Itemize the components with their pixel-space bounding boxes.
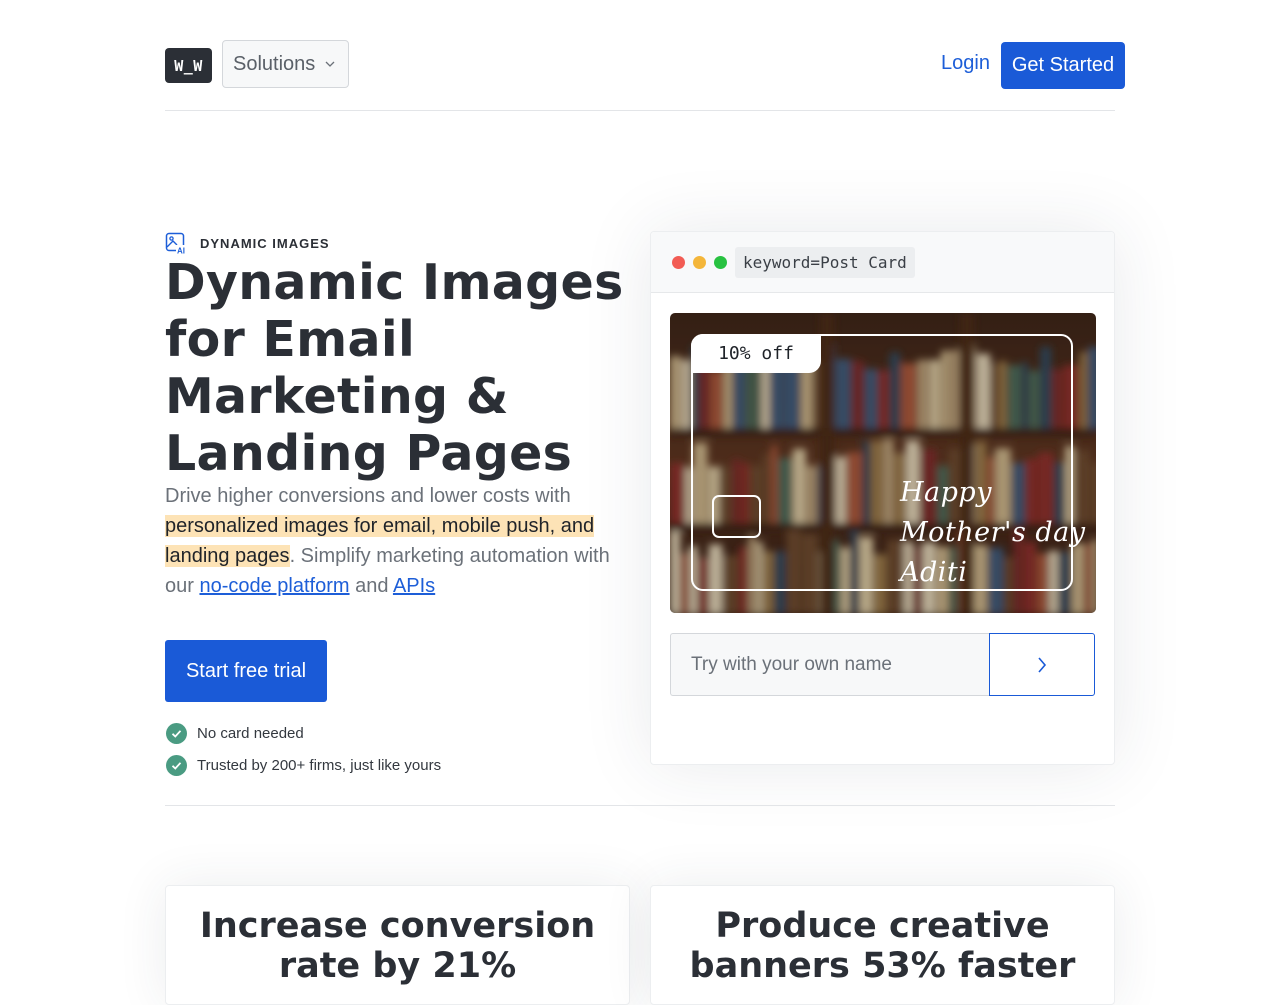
section-divider — [165, 805, 1115, 806]
demo-card: keyword=Post Card 10% off Happy Mother's… — [650, 231, 1115, 765]
greeting-line: Happy — [900, 477, 992, 508]
svg-text:AI: AI — [177, 247, 185, 255]
window-dot-yellow — [693, 255, 706, 269]
no-code-platform-link[interactable]: no-code platform — [199, 575, 349, 597]
eyebrow-label: DYNAMIC IMAGES — [200, 235, 330, 251]
keyword-chip: keyword=Post Card — [735, 246, 915, 278]
hero-description: Drive higher conversions and lower costs… — [165, 481, 625, 601]
check-text: No card needed — [197, 725, 304, 742]
placeholder-square — [712, 495, 761, 538]
start-free-trial-button[interactable]: Start free trial — [165, 640, 327, 702]
eyebrow: AI DYNAMIC IMAGES — [165, 232, 330, 254]
site-header: W_W Solutions Login Get Started — [165, 40, 1125, 90]
solutions-label: Solutions — [233, 52, 316, 75]
desc-text-3: and — [349, 575, 393, 597]
discount-tag: 10% off — [691, 334, 821, 373]
check-item: Trusted by 200+ firms, just like yours — [166, 755, 441, 776]
hero-title: Dynamic Images for Email Marketing & Lan… — [165, 254, 624, 482]
desc-text-1: Drive higher conversions and lower costs… — [165, 485, 571, 507]
stat-card: Increase conversion rate by 21% — [165, 885, 630, 1005]
window-dot-red — [672, 255, 685, 269]
stat-card: Produce creative banners 53% faster — [650, 885, 1115, 1005]
greeting-text: Happy Mother's day Aditi — [900, 473, 1090, 593]
check-text: Trusted by 200+ firms, just like yours — [197, 757, 442, 774]
header-divider — [165, 110, 1115, 111]
postcard-preview-image: 10% off Happy Mother's day Aditi — [670, 313, 1096, 613]
login-link[interactable]: Login — [941, 52, 990, 75]
greeting-line: Aditi — [900, 557, 968, 588]
logo[interactable]: W_W — [165, 48, 212, 83]
chevron-right-icon — [1038, 656, 1047, 673]
window-dot-green — [714, 255, 727, 269]
check-circle-icon — [166, 723, 187, 744]
check-circle-icon — [166, 755, 187, 776]
solutions-dropdown[interactable]: Solutions — [222, 40, 349, 88]
chevron-down-icon — [325, 61, 335, 67]
check-item: No card needed — [166, 723, 304, 744]
greeting-line: Mother's day — [900, 517, 1086, 548]
ai-image-icon: AI — [165, 232, 187, 254]
demo-toolbar: keyword=Post Card — [651, 232, 1114, 293]
submit-name-button[interactable] — [989, 633, 1095, 696]
name-input[interactable] — [670, 633, 990, 696]
get-started-button[interactable]: Get Started — [1001, 42, 1125, 89]
apis-link[interactable]: APIs — [393, 575, 435, 597]
